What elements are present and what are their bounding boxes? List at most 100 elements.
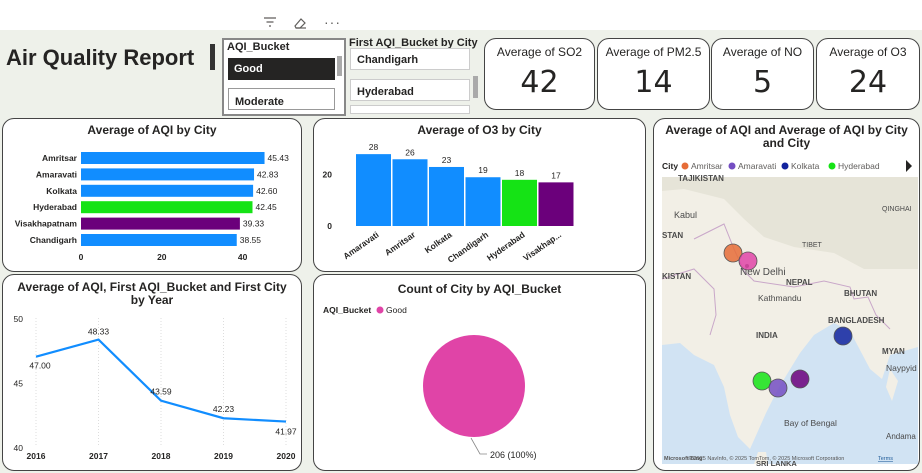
aqi-by-year-svg: 40 45 50 2016 2017 2018 2019 2020 47.00 48.33 43.5… — [14, 314, 297, 461]
map-place-label: Bay of Bengal — [784, 418, 837, 428]
bar — [465, 177, 501, 226]
y-tick-label: Amaravati — [36, 169, 77, 179]
aqi-bucket-slicer[interactable]: AQI_Bucket Good Moderate — [222, 38, 346, 116]
city-bubble — [752, 371, 772, 391]
kpi-card-so2: Average of SO2 42 — [484, 38, 595, 110]
city-bubble — [768, 378, 788, 398]
aqi-by-city-svg: Amritsar 45.43 Amaravati 42.83 Kolkata 42.60 H… — [15, 152, 290, 262]
terms-link: Terms — [878, 456, 893, 462]
bar — [81, 168, 255, 181]
map-place-label: TAJIKISTAN — [678, 174, 724, 183]
data-label: 41.97 — [275, 427, 297, 437]
map-place-label: Andama — [886, 432, 916, 441]
x-tick-label: Visakhap... — [521, 229, 563, 263]
legend-item: Amaravati — [738, 161, 776, 171]
x-tick-label: Amaravati — [341, 229, 380, 261]
city-slicer[interactable]: First AQI_Bucket by City Chandigarh Hyde… — [346, 37, 482, 114]
title-accent-bar — [210, 44, 215, 70]
map-place-label: INDIA — [756, 331, 778, 340]
legend-marker — [376, 306, 384, 314]
x-tick-label: Kolkata — [423, 229, 454, 255]
legend-next-arrow-icon — [906, 160, 912, 172]
slicer-item-hyderabad[interactable]: Hyderabad — [350, 79, 470, 101]
data-label: 47.00 — [29, 361, 51, 371]
bar — [538, 182, 574, 226]
legend-title: City — [662, 161, 678, 171]
bar — [502, 179, 537, 226]
kpi-title: Average of PM2.5 — [605, 45, 702, 59]
x-tick-label: 2019 — [214, 451, 233, 461]
map-place-label: Kabul — [674, 210, 697, 220]
slicer-scrollbar[interactable] — [473, 76, 478, 98]
kpi-value: 14 — [634, 65, 673, 100]
o3-by-city-chart[interactable]: Average of O3 by City 0 20 28 Amaravati 26 Am… — [313, 118, 646, 272]
x-tick-label: 20 — [157, 252, 167, 262]
y-tick-label: 40 — [14, 443, 24, 453]
pie-slice — [423, 335, 525, 437]
y-tick-label: 20 — [323, 170, 333, 180]
data-label: 42.83 — [257, 169, 279, 179]
y-tick-label: 50 — [14, 314, 24, 324]
data-label: 48.33 — [88, 327, 110, 337]
x-tick-label: 2018 — [152, 451, 171, 461]
data-label: 43.59 — [150, 387, 172, 397]
kpi-card-no: Average of NO 5 — [711, 38, 814, 110]
page-title: Air Quality Report — [6, 45, 195, 70]
data-label: 17 — [551, 170, 561, 180]
data-label: 206 (100%) — [490, 450, 537, 460]
kpi-card-o3: Average of O3 24 — [816, 38, 920, 110]
legend-item: Kolkata — [791, 161, 820, 171]
aqi-map-chart[interactable]: Average of AQI and Average of AQI by Cit… — [653, 118, 920, 471]
more-options-icon[interactable]: ··· — [324, 14, 341, 30]
map-place-label: BHUTAN — [844, 289, 877, 298]
filter-icon[interactable] — [263, 16, 277, 31]
x-tick-label: Chandigarh — [446, 229, 490, 264]
eraser-icon[interactable] — [293, 16, 307, 33]
bar — [392, 159, 428, 226]
kpi-value: 42 — [520, 65, 559, 100]
y-tick-label: 0 — [327, 221, 332, 231]
bar — [81, 201, 253, 214]
y-tick-label: Visakhapatnam — [15, 219, 78, 229]
kpi-title: Average of NO — [722, 45, 803, 59]
bar — [356, 154, 391, 226]
kpi-value: 24 — [848, 65, 888, 100]
slicer-item-good[interactable]: Good — [228, 58, 335, 80]
aqi-by-city-chart[interactable]: Average of AQI by City Amritsar 45.43 Amar… — [2, 118, 302, 272]
data-label: 38.55 — [240, 235, 262, 245]
kpi-value: 5 — [752, 65, 773, 100]
slicer-title: AQI_Bucket — [227, 41, 290, 53]
legend-item: Hyderabad — [838, 161, 880, 171]
slicer-item-chandigarh[interactable]: Chandigarh — [350, 48, 470, 70]
slicer-item-moderate[interactable]: Moderate — [228, 88, 335, 110]
data-label: 39.33 — [243, 219, 265, 229]
data-label: 28 — [369, 142, 379, 152]
count-by-bucket-chart[interactable]: Count of City by AQI_Bucket AQI_Bucket Go… — [313, 274, 646, 471]
legend-title: AQI_Bucket — [323, 305, 371, 315]
data-label: 19 — [478, 165, 488, 175]
map-place-label: KISTAN — [662, 272, 691, 281]
data-label: 42.60 — [256, 186, 278, 196]
y-tick-label: Kolkata — [46, 186, 77, 196]
x-tick-label: 2020 — [277, 451, 296, 461]
map-svg[interactable]: City Amritsar Amaravati Kolkata Hyderabad TAJ… — [654, 119, 920, 471]
legend-item: Good — [386, 305, 407, 315]
legend-item: Amritsar — [691, 161, 723, 171]
bar — [81, 184, 254, 197]
city-bubble — [790, 369, 810, 389]
count-by-bucket-svg: AQI_Bucket Good 206 (100%) — [323, 305, 537, 460]
aqi-by-year-chart[interactable]: Average of AQI, First AQI_Bucket and Fir… — [2, 274, 302, 471]
x-tick-label: 0 — [79, 252, 84, 262]
bar — [81, 217, 240, 230]
o3-by-city-svg: 0 20 28 Amaravati 26 Amritsar 23 Kolkata 19 Chand… — [323, 142, 574, 265]
x-tick-label: 2016 — [27, 451, 46, 461]
map-place-label: Kathmandu — [758, 293, 802, 303]
slicer-scrollbar[interactable] — [337, 56, 342, 76]
map-place-label: Naypyid — [886, 363, 917, 373]
slicer-item-partial — [350, 105, 470, 114]
city-bubble — [833, 326, 853, 346]
data-label: 42.23 — [213, 404, 235, 414]
data-label: 45.43 — [268, 153, 290, 163]
map-place-label: BANGLADESH — [828, 316, 885, 325]
legend-marker — [681, 162, 689, 170]
